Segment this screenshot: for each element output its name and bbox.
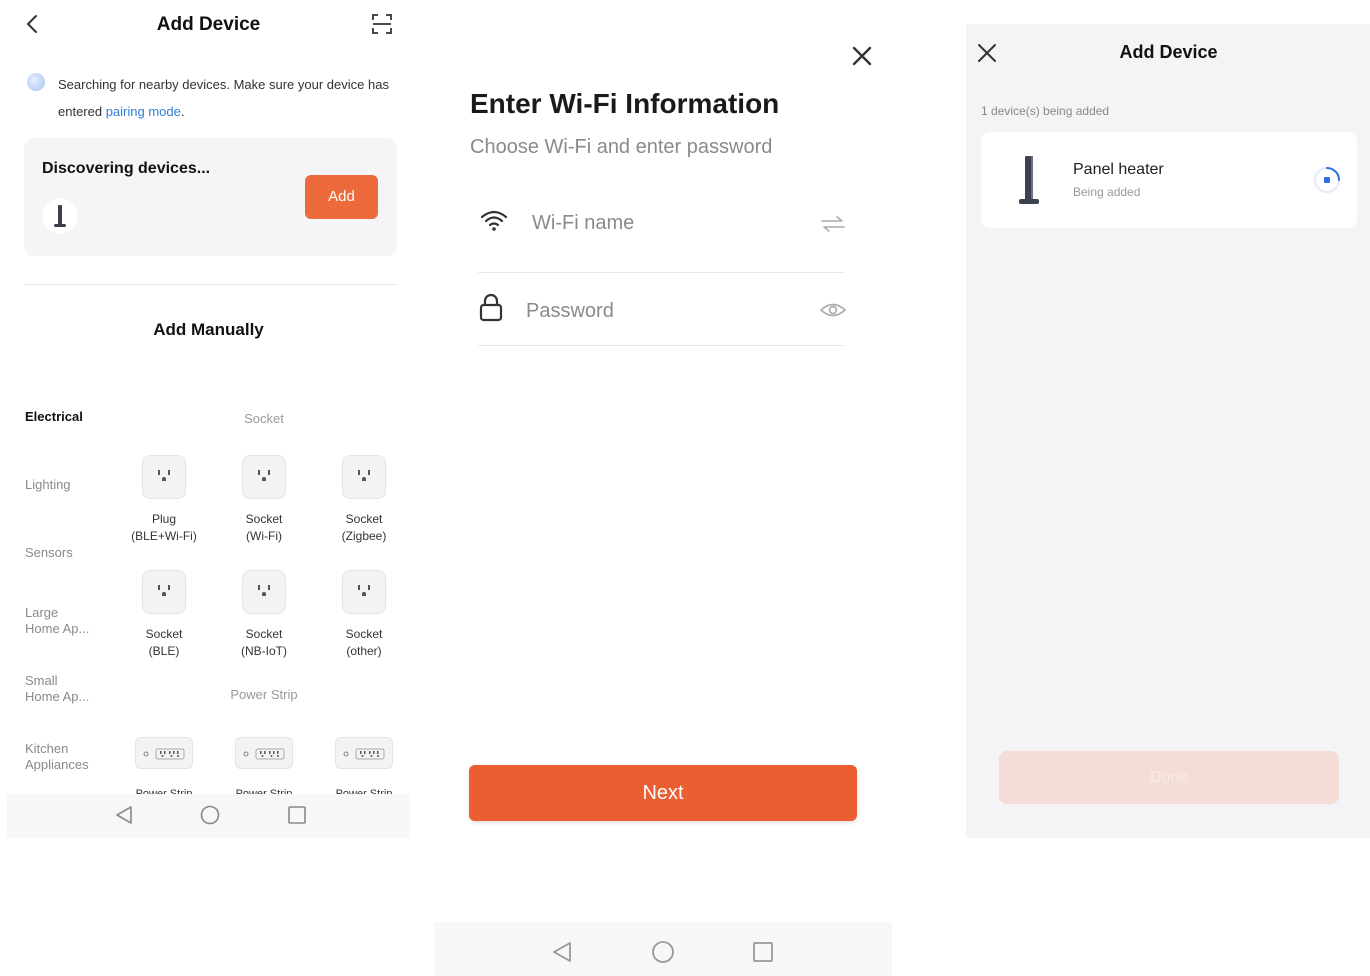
tile-sublabel: (other) [346, 644, 382, 658]
divider [478, 272, 845, 273]
search-hint: Searching for nearby devices. Make sure … [58, 71, 393, 125]
close-icon[interactable] [850, 44, 874, 68]
socket-icon [342, 455, 386, 499]
system-nav-bar [7, 794, 410, 838]
swap-icon[interactable] [820, 214, 846, 234]
discovered-device-icon [42, 198, 78, 234]
device-card: Panel heater Being added [981, 132, 1357, 228]
panel-heater-icon [1019, 156, 1039, 204]
socket-icon [142, 570, 186, 614]
power-strip-icon[interactable] [235, 737, 293, 769]
tile-label: Socket [245, 512, 283, 526]
tile-label: Socket [245, 627, 283, 641]
device-status: Being added [1073, 185, 1141, 199]
category-small-home-appliances[interactable]: Small Home Ap... [25, 673, 89, 705]
nav-home-icon[interactable] [652, 941, 674, 963]
tile-sublabel: (BLE+Wi-Fi) [131, 529, 197, 543]
nav-home-icon[interactable] [200, 805, 220, 825]
tile-sublabel: (Zigbee) [341, 529, 387, 543]
page-title: Add Device [156, 14, 261, 35]
category-sensors[interactable]: Sensors [25, 545, 73, 561]
next-button[interactable]: Next [469, 765, 857, 821]
loading-icon [1314, 167, 1340, 193]
scan-icon[interactable] [370, 12, 394, 36]
add-manually-title: Add Manually [153, 320, 264, 339]
tile-label: Socket [345, 512, 383, 526]
power-strip-icon[interactable] [135, 737, 193, 769]
socket-icon [142, 455, 186, 499]
tile-label: Plug [151, 512, 177, 526]
device-name: Panel heater [1073, 161, 1164, 178]
nav-back-icon[interactable] [116, 806, 132, 824]
category-large-home-appliances[interactable]: Large Home Ap... [25, 605, 89, 637]
power-strip-icon[interactable] [335, 737, 393, 769]
tile-label: Power Strip [135, 788, 193, 794]
socket-icon [242, 455, 286, 499]
wifi-name-field[interactable]: Wi-Fi name [478, 202, 845, 242]
nav-recents-icon[interactable] [288, 806, 306, 824]
section-socket-title: Socket [244, 411, 284, 426]
password-field[interactable]: Password [478, 290, 847, 330]
nav-recents-icon[interactable] [753, 942, 773, 962]
add-device-screen: Add Device Searching for nearby devices.… [7, 0, 410, 838]
adding-device-screen: Add Device 1 device(s) being added Panel… [966, 24, 1370, 838]
tile-sublabel: (BLE) [148, 644, 180, 658]
category-kitchen-appliances[interactable]: Kitchen Appliances [25, 741, 89, 773]
password-placeholder: Password [526, 300, 614, 322]
page-title: Enter Wi-Fi Information [470, 88, 780, 119]
socket-icon [342, 570, 386, 614]
category-electrical[interactable]: Electrical [25, 409, 83, 425]
tile-label: Power Strip [235, 788, 293, 794]
tile-label: Power Strip [335, 788, 393, 794]
searching-indicator-icon [27, 73, 45, 91]
pairing-mode-link[interactable]: pairing mode [106, 104, 181, 119]
device-tile-plug-ble-wifi[interactable]: Plug (BLE+Wi-Fi) [119, 455, 209, 545]
done-button[interactable]: Done [999, 751, 1339, 804]
search-hint-end: . [180, 104, 185, 119]
tile-label: Socket [345, 627, 383, 641]
socket-icon [242, 570, 286, 614]
system-nav-bar [434, 922, 892, 976]
add-button[interactable]: Add [305, 175, 378, 219]
tile-label: Socket [145, 627, 183, 641]
tile-sublabel: (NB-IoT) [241, 644, 287, 658]
divider [478, 345, 845, 346]
device-tile-socket-wifi[interactable]: Socket (Wi-Fi) [219, 455, 309, 545]
lock-icon [479, 293, 503, 322]
device-tile-socket-other[interactable]: Socket (other) [319, 570, 409, 660]
discovering-card: Discovering devices... Add [24, 138, 397, 256]
device-tile-socket-zigbee[interactable]: Socket (Zigbee) [319, 455, 409, 545]
device-tile-socket-ble[interactable]: Socket (BLE) [119, 570, 209, 660]
wifi-icon [480, 210, 508, 231]
close-icon[interactable] [976, 42, 998, 64]
page-subtitle: Choose Wi-Fi and enter password [470, 136, 773, 158]
nav-back-icon[interactable] [553, 942, 571, 962]
wifi-name-placeholder: Wi-Fi name [532, 212, 635, 234]
wifi-info-screen: Enter Wi-Fi Information Choose Wi-Fi and… [434, 0, 892, 976]
page-title: Add Device [1119, 42, 1218, 62]
discovering-title: Discovering devices... [42, 160, 211, 177]
divider [24, 284, 397, 285]
section-power-strip-title: Power Strip [230, 687, 298, 702]
devices-count-text: 1 device(s) being added [981, 104, 1110, 118]
tile-sublabel: (Wi-Fi) [246, 529, 282, 543]
category-lighting[interactable]: Lighting [25, 477, 71, 493]
device-tile-socket-nb-iot[interactable]: Socket (NB-IoT) [219, 570, 309, 660]
eye-icon[interactable] [819, 300, 847, 320]
